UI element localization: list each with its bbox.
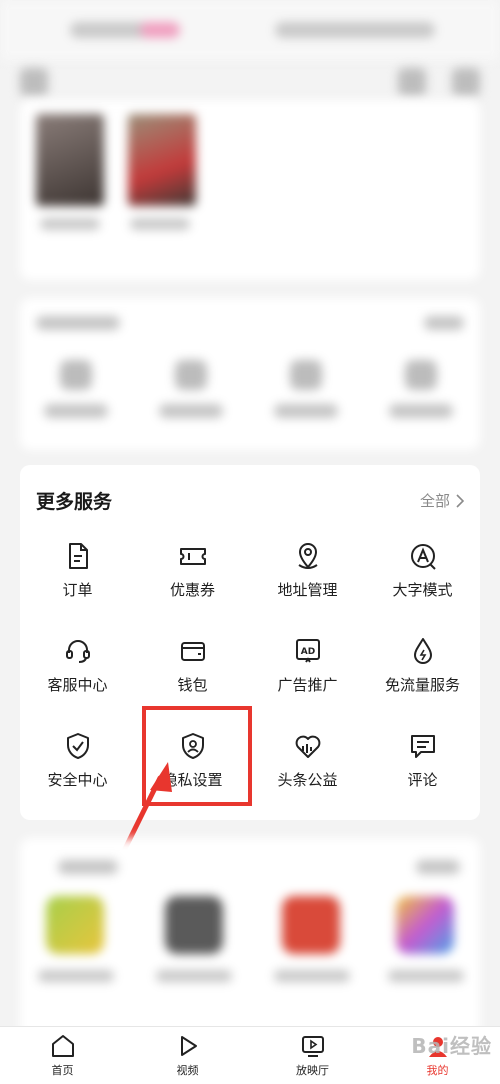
service-label — [44, 404, 108, 418]
service-label: 头条公益 — [277, 771, 338, 789]
service-icon[interactable] — [60, 360, 92, 390]
service-label: 大字模式 — [392, 581, 453, 599]
service-label: 订单 — [62, 581, 93, 599]
edit-icon[interactable] — [398, 68, 426, 96]
tv-icon — [301, 1036, 324, 1057]
history-thumb[interactable] — [36, 114, 104, 206]
comment-icon — [410, 735, 435, 758]
tab-label: 首页 — [51, 1064, 74, 1077]
service-label: 广告推广 — [277, 676, 338, 694]
service-label — [274, 404, 338, 418]
tab-label: 我的 — [426, 1064, 449, 1077]
app-icon[interactable] — [396, 896, 454, 954]
service-order[interactable]: 订单 — [20, 537, 135, 632]
service-address[interactable]: 地址管理 — [250, 537, 365, 632]
tab-theater[interactable]: 放映厅 — [250, 1027, 375, 1084]
app-caption — [274, 970, 350, 982]
service-label — [159, 404, 223, 418]
service-comment[interactable]: 评论 — [365, 727, 480, 822]
app-caption — [38, 970, 114, 982]
service-charity[interactable]: 头条公益 — [250, 727, 365, 822]
app-icon[interactable] — [46, 896, 104, 954]
wallet-icon — [180, 642, 205, 661]
section-more-blurred — [416, 860, 460, 874]
service-icon[interactable] — [175, 360, 207, 390]
service-large-font[interactable]: 大字模式 — [365, 537, 480, 632]
history-caption — [130, 218, 190, 230]
top-header — [0, 60, 500, 105]
view-all-label: 全部 — [419, 492, 450, 510]
coupon-icon — [179, 548, 206, 565]
section-more-blurred — [424, 316, 464, 330]
service-free-data[interactable]: 免流量服务 — [365, 632, 480, 727]
headset-icon — [65, 640, 90, 663]
tab-label: 放映厅 — [296, 1064, 329, 1077]
history-caption — [40, 218, 100, 230]
status-badge — [140, 22, 180, 38]
more-services-title: 更多服务 — [36, 491, 113, 513]
order-icon — [68, 543, 88, 569]
service-label: 地址管理 — [277, 581, 338, 599]
tab-label: 视频 — [176, 1064, 199, 1077]
home-icon — [51, 1035, 74, 1057]
shield-check-icon — [66, 733, 89, 759]
settings-icon[interactable] — [452, 68, 480, 96]
app-caption — [156, 970, 232, 982]
app-icon[interactable] — [282, 896, 340, 954]
tab-home[interactable]: 首页 — [0, 1027, 125, 1084]
location-icon — [297, 543, 318, 569]
service-icon[interactable] — [405, 360, 437, 390]
service-customer-center[interactable]: 客服中心 — [20, 632, 135, 727]
service-security-center[interactable]: 安全中心 — [20, 727, 135, 822]
service-icon[interactable] — [290, 360, 322, 390]
chevron-right-icon — [456, 493, 464, 508]
scan-icon[interactable] — [20, 68, 48, 96]
app-caption — [388, 970, 464, 982]
data-drop-icon — [413, 638, 432, 664]
tab-video[interactable]: 视频 — [125, 1027, 250, 1084]
service-label: 安全中心 — [47, 771, 108, 789]
service-label: 优惠券 — [169, 581, 215, 599]
service-card-blurred — [20, 298, 480, 450]
charity-heart-icon — [295, 735, 320, 758]
section-title-blurred — [36, 316, 120, 330]
svg-text:AD: AD — [300, 647, 314, 657]
watermark: Bai经验 — [411, 1034, 492, 1058]
large-font-icon — [410, 544, 436, 570]
service-label: 钱包 — [177, 676, 208, 694]
history-thumb[interactable] — [128, 114, 196, 206]
view-all-link[interactable]: 全部 — [420, 490, 464, 511]
play-icon — [180, 1036, 197, 1056]
service-coupon[interactable]: 优惠券 — [135, 537, 250, 632]
service-ad-promotion[interactable]: AD 广告推广 — [250, 632, 365, 727]
service-label: 免流量服务 — [384, 676, 460, 694]
ad-icon: AD — [295, 639, 320, 663]
status-right — [275, 22, 435, 38]
service-label: 评论 — [407, 771, 438, 789]
app-icon[interactable] — [165, 896, 223, 954]
highlight-box — [142, 706, 252, 806]
status-bar — [0, 0, 500, 60]
history-card — [20, 100, 480, 280]
lower-card-blurred — [20, 838, 480, 1038]
section-title-blurred — [58, 860, 118, 874]
service-label: 客服中心 — [47, 676, 108, 694]
service-label — [389, 404, 453, 418]
